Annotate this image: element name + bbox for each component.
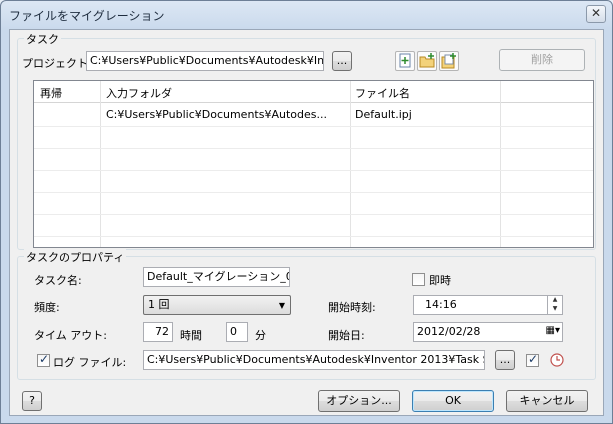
task-name-field[interactable]: Default_マイグレーション_001	[143, 267, 290, 287]
row-divider	[34, 148, 593, 149]
cancel-button[interactable]: キャンセル	[506, 390, 588, 412]
column-header-file-name[interactable]: ファイル名	[355, 85, 410, 101]
close-icon: ✕	[590, 6, 602, 20]
properties-group-label: タスクのプロパティ	[24, 249, 127, 265]
start-time-spinner[interactable]: ▲ ▼	[547, 296, 562, 314]
close-button[interactable]: ✕	[586, 5, 606, 23]
log-file-field[interactable]: C:¥Users¥Public¥Documents¥Autodesk¥Inven…	[143, 350, 485, 370]
cell-file-name: Default.ipj	[355, 108, 412, 121]
frequency-label: 頻度:	[34, 301, 60, 314]
start-date-label: 開始日:	[328, 329, 365, 342]
timeout-minutes-field[interactable]: 0	[226, 322, 248, 342]
minutes-unit-label: 分	[255, 329, 266, 342]
task-grid-header: 再帰 入力フォルダ ファイル名	[34, 81, 593, 103]
timeout-label: タイム アウト:	[34, 329, 107, 342]
immediate-label: 即時	[429, 274, 451, 287]
start-time-label: 開始時刻:	[328, 301, 376, 314]
timeout-hours-field[interactable]: 72	[143, 322, 173, 342]
column-header-recursive[interactable]: 再帰	[40, 85, 62, 101]
log-open-checkbox[interactable]	[526, 352, 539, 367]
add-folder-button[interactable]	[417, 51, 437, 71]
task-group-label: タスク	[24, 31, 61, 47]
log-file-label: ログ ファイル:	[53, 356, 127, 369]
dialog-client: タスク プロジェクト: C:¥Users¥Public¥Documents¥Au…	[9, 29, 604, 416]
project-field[interactable]: C:¥Users¥Public¥Documents¥Autodesk¥Inven	[86, 51, 324, 71]
add-files-button[interactable]	[439, 51, 459, 71]
row-divider	[34, 214, 593, 215]
dialog-title: ファイルをマイグレーション	[9, 9, 165, 23]
start-time-value: 14:16	[425, 298, 457, 311]
options-button[interactable]: オプション...	[318, 390, 400, 412]
calendar-dropdown-icon[interactable]: ▦▾	[546, 324, 560, 338]
new-task-button[interactable]	[395, 51, 415, 71]
add-files-icon	[441, 53, 456, 69]
title-bar[interactable]: ファイルをマイグレーション ✕	[1, 1, 612, 28]
project-browse-button[interactable]: ...	[332, 51, 352, 71]
add-folder-icon	[419, 53, 435, 68]
row-divider	[34, 126, 593, 127]
project-label: プロジェクト:	[22, 57, 92, 70]
chevron-down-icon: ▼	[278, 301, 285, 310]
ok-button[interactable]: OK	[412, 390, 494, 412]
column-divider	[350, 81, 351, 247]
start-date-field[interactable]: 2012/02/28 ▦▾	[413, 322, 563, 342]
help-button[interactable]: ?	[22, 391, 42, 411]
dialog-window: ファイルをマイグレーション ✕ タスク プロジェクト: C:¥Users¥Pub…	[0, 0, 613, 424]
delete-button[interactable]: 削除	[499, 49, 585, 71]
log-browse-button[interactable]: ...	[495, 350, 515, 370]
spin-up-icon[interactable]: ▲	[548, 296, 562, 304]
column-header-input-folder[interactable]: 入力フォルダ	[106, 85, 172, 101]
immediate-checkbox[interactable]	[412, 273, 425, 286]
column-divider	[500, 81, 501, 247]
cell-input-folder: C:¥Users¥Public¥Documents¥Autodes...	[106, 108, 327, 121]
column-divider	[100, 81, 101, 247]
start-date-value: 2012/02/28	[417, 325, 481, 338]
row-divider	[34, 236, 593, 237]
help-icon: ?	[29, 394, 35, 407]
frequency-select[interactable]: 1 回 ▼	[143, 295, 291, 315]
clock-icon[interactable]	[549, 352, 565, 368]
new-document-icon	[399, 53, 411, 68]
task-grid[interactable]: 再帰 入力フォルダ ファイル名 C:¥Users¥Public¥Document…	[33, 80, 594, 248]
task-name-label: タスク名:	[34, 274, 82, 287]
start-time-field[interactable]: 14:16 ▲ ▼	[413, 295, 563, 315]
hours-unit-label: 時間	[180, 329, 202, 342]
row-divider	[34, 192, 593, 193]
frequency-value: 1 回	[148, 298, 170, 311]
row-divider	[34, 170, 593, 171]
log-file-checkbox[interactable]	[37, 352, 50, 367]
spin-down-icon[interactable]: ▼	[548, 304, 562, 313]
